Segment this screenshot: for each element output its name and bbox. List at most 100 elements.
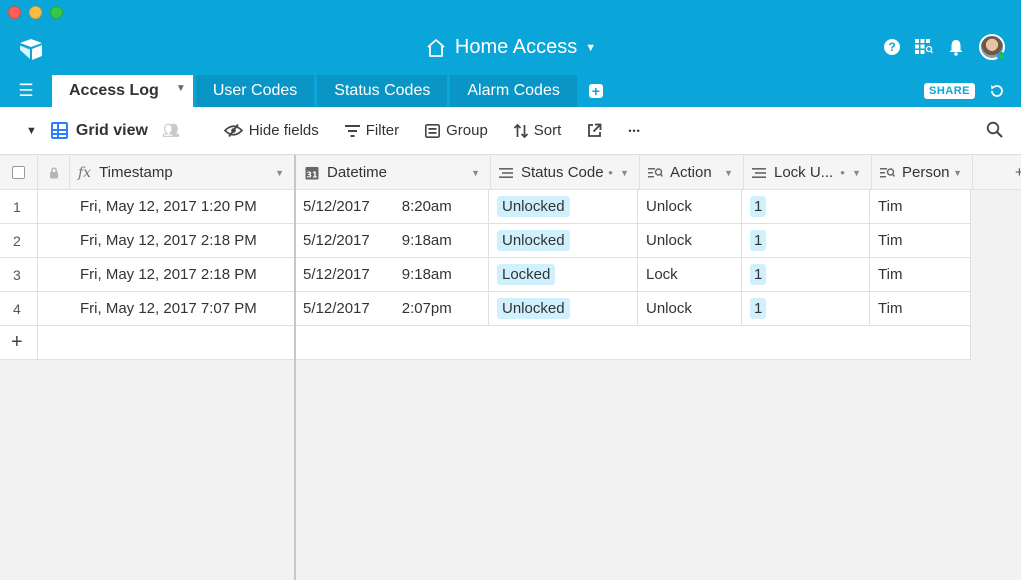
chevron-down-icon[interactable]: ▼ — [585, 42, 596, 54]
select-all-checkbox[interactable] — [12, 166, 25, 179]
person-cell[interactable]: Tim — [870, 292, 971, 326]
share-button[interactable]: SHARE — [923, 83, 975, 99]
chevron-down-icon[interactable]: ▼ — [852, 168, 861, 178]
svg-text:31: 31 — [306, 170, 318, 179]
tab-label: Access Log — [69, 82, 159, 99]
action-cell[interactable]: Unlock — [638, 292, 742, 326]
dot-icon: ● — [840, 168, 845, 177]
plus-icon: + — [588, 84, 603, 98]
column-header-action[interactable]: Action ▼ — [640, 156, 744, 190]
filter-button[interactable]: Filter — [344, 122, 399, 139]
status-code-cell[interactable]: Locked — [489, 258, 638, 292]
close-window-button[interactable] — [8, 6, 21, 19]
column-header-timestamp[interactable]: fx Timestamp ▼ — [70, 156, 295, 190]
lock-icon — [49, 166, 58, 178]
chevron-down-icon[interactable]: ▼ — [471, 168, 480, 178]
table-row[interactable]: 1 Fri, May 12, 2017 1:20 PM 5/12/2017 8:… — [0, 190, 971, 224]
tab-status-codes[interactable]: Status Codes — [317, 75, 448, 107]
airtable-logo-icon[interactable] — [18, 37, 44, 61]
bell-icon[interactable] — [948, 39, 964, 56]
status-code-cell[interactable]: Unlocked — [489, 224, 638, 258]
hide-fields-button[interactable]: Hide fields — [223, 122, 319, 139]
person-cell[interactable]: Tim — [870, 190, 971, 224]
add-record-cell[interactable] — [295, 326, 971, 360]
minimize-window-button[interactable] — [29, 6, 42, 19]
sort-icon — [513, 123, 528, 138]
lock-user-cell[interactable]: 1 — [742, 258, 870, 292]
lock-user-cell[interactable]: 1 — [742, 292, 870, 326]
chevron-down-icon[interactable]: ▼ — [724, 168, 733, 178]
view-switcher[interactable]: Grid view 👥︎ — [50, 122, 180, 140]
search-icon[interactable] — [986, 121, 1003, 138]
share-view-button[interactable] — [587, 123, 602, 138]
time-value: 9:18am — [401, 232, 452, 249]
more-options-button[interactable]: ••• — [628, 126, 640, 136]
lock-user-cell[interactable]: 1 — [742, 224, 870, 258]
calendar-icon: 31 — [305, 166, 319, 179]
history-icon[interactable] — [989, 83, 1005, 99]
select-all-cell — [0, 156, 38, 190]
base-title-text[interactable]: Home Access — [455, 36, 577, 59]
timestamp-cell[interactable]: Fri, May 12, 2017 2:18 PM — [38, 224, 295, 258]
timestamp-cell[interactable]: Fri, May 12, 2017 2:18 PM — [38, 258, 295, 292]
date-value: 5/12/2017 — [303, 300, 370, 317]
sort-button[interactable]: Sort — [513, 122, 561, 139]
column-header-datetime[interactable]: 31 Datetime ▼ — [297, 156, 491, 190]
frozen-column-divider[interactable] — [294, 155, 296, 580]
datetime-cell[interactable]: 5/12/2017 9:18am — [295, 258, 489, 292]
datetime-cell[interactable]: 5/12/2017 8:20am — [295, 190, 489, 224]
add-record-button[interactable]: + — [0, 326, 38, 360]
lock-user-cell[interactable]: 1 — [742, 190, 870, 224]
action-cell[interactable]: Unlock — [638, 224, 742, 258]
column-header-lock-user[interactable]: Lock U... ● ▼ — [744, 156, 872, 190]
tab-user-codes[interactable]: User Codes — [195, 75, 315, 107]
table-tabs: ☰ Access Log ▼ User Codes Status Codes A… — [0, 75, 1021, 107]
status-code-cell[interactable]: Unlocked — [489, 292, 638, 326]
table-row[interactable]: 4 Fri, May 12, 2017 7:07 PM 5/12/2017 2:… — [0, 292, 971, 326]
chevron-down-icon[interactable]: ▼ — [26, 125, 37, 137]
add-record-cell[interactable] — [38, 326, 295, 360]
tab-alarm-codes[interactable]: Alarm Codes — [450, 75, 577, 107]
timestamp-cell[interactable]: Fri, May 12, 2017 1:20 PM — [38, 190, 295, 224]
add-field-button[interactable]: + — [973, 156, 1021, 190]
column-header-status-code[interactable]: Status Code ● ▼ — [491, 156, 640, 190]
status-pill: Unlocked — [497, 196, 570, 217]
person-cell[interactable]: Tim — [870, 224, 971, 258]
datetime-cell[interactable]: 5/12/2017 2:07pm — [295, 292, 489, 326]
apps-icon[interactable] — [915, 39, 933, 55]
date-value: 5/12/2017 — [303, 266, 370, 283]
chevron-down-icon[interactable]: ▼ — [275, 168, 284, 178]
base-title: Home Access ▼ — [0, 36, 1021, 59]
chevron-down-icon[interactable]: ▼ — [620, 168, 629, 178]
tab-label: User Codes — [212, 82, 298, 99]
action-cell[interactable]: Lock — [638, 258, 742, 292]
chevron-down-icon[interactable]: ▼ — [953, 168, 962, 178]
timestamp-cell[interactable]: Fri, May 12, 2017 7:07 PM — [38, 292, 295, 326]
hamburger-menu-icon[interactable]: ☰ — [0, 75, 52, 107]
lookup-search-icon — [880, 167, 895, 177]
zoom-window-button[interactable] — [50, 6, 63, 19]
column-label: Action — [670, 164, 712, 181]
datetime-cell[interactable]: 5/12/2017 9:18am — [295, 224, 489, 258]
formula-icon: fx — [78, 164, 92, 181]
status-code-cell[interactable]: Unlocked — [489, 190, 638, 224]
column-header-person[interactable]: Person ▼ — [872, 156, 973, 190]
tab-access-log[interactable]: Access Log ▼ — [52, 75, 193, 107]
table-row[interactable]: 3 Fri, May 12, 2017 2:18 PM 5/12/2017 9:… — [0, 258, 971, 292]
lock-user-pill: 1 — [750, 230, 767, 251]
group-button[interactable]: Group — [425, 122, 488, 139]
lookup-search-icon — [648, 167, 663, 177]
person-cell[interactable]: Tim — [870, 258, 971, 292]
lock-user-pill: 1 — [750, 298, 767, 319]
add-table-button[interactable]: + — [580, 75, 612, 107]
avatar[interactable] — [979, 34, 1006, 61]
external-link-icon — [588, 123, 602, 137]
time-value: 8:20am — [401, 198, 452, 215]
plus-icon: + — [1015, 164, 1021, 181]
time-value: 9:18am — [401, 266, 452, 283]
table-row[interactable]: 2 Fri, May 12, 2017 2:18 PM 5/12/2017 9:… — [0, 224, 971, 258]
add-record-row[interactable]: + — [0, 326, 971, 360]
help-icon[interactable]: ? — [884, 39, 900, 55]
action-cell[interactable]: Unlock — [638, 190, 742, 224]
chevron-down-icon[interactable]: ▼ — [176, 83, 186, 94]
